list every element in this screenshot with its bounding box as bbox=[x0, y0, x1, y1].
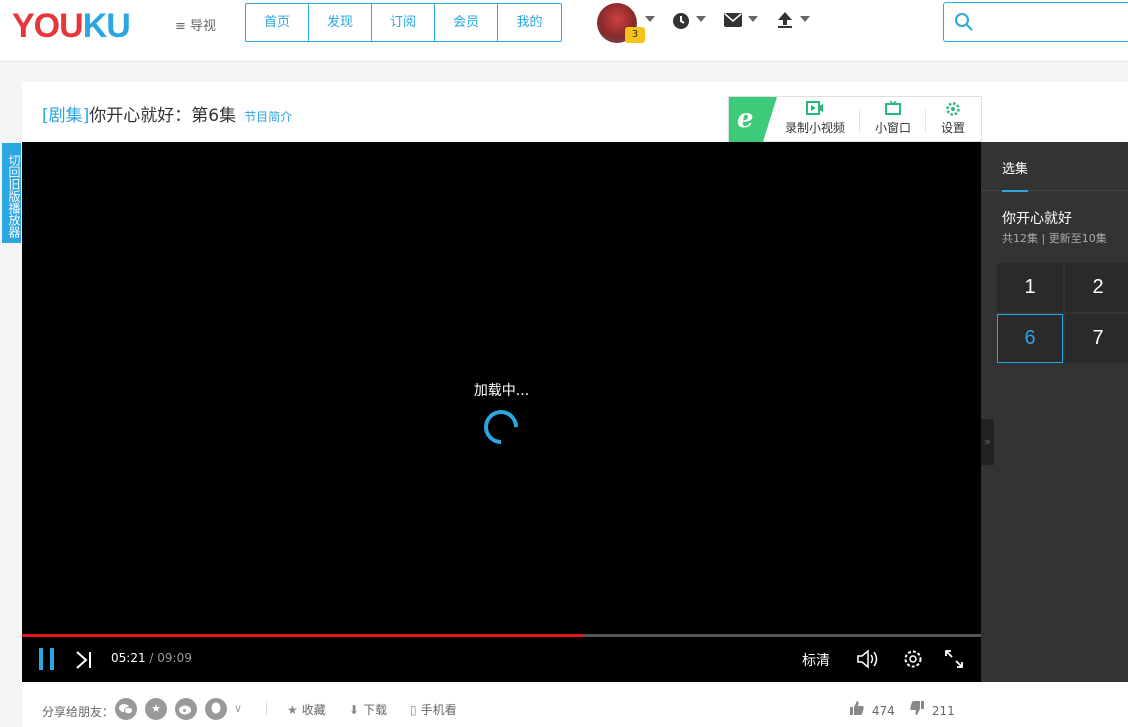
main-nav: 首页 发现 订阅 会员 我的 bbox=[245, 3, 562, 42]
mobile-label: 手机看 bbox=[420, 703, 457, 717]
ie-browser-icon[interactable]: e bbox=[729, 97, 777, 143]
episode-button[interactable]: 7 bbox=[1065, 314, 1128, 363]
loading-text: 加载中... bbox=[473, 383, 530, 399]
episode-count-meta: 共12集 | 更新至10集 bbox=[1002, 232, 1107, 245]
collect-label: 收藏 bbox=[301, 703, 326, 717]
next-episode-icon[interactable] bbox=[75, 651, 93, 673]
episode-sidebar: 选集 你开心就好 共12集 | 更新至10集 1 2 6 7 bbox=[981, 142, 1128, 682]
star-icon: ★ bbox=[287, 703, 298, 717]
page-title: [剧集]你开心就好：第6集 节目简介 bbox=[42, 101, 292, 126]
mini-tv-icon bbox=[873, 100, 913, 119]
top-bar: YOUKU ≡ 导视 首页 发现 订阅 会员 我的 3 bbox=[0, 0, 1128, 62]
thumbs-down-icon bbox=[910, 701, 928, 718]
current-time: 05:21 bbox=[111, 651, 146, 665]
phone-icon: ▯ bbox=[410, 703, 417, 717]
collect-button[interactable]: ★ 收藏 bbox=[287, 701, 326, 718]
show-title: 你开心就好 bbox=[1002, 211, 1072, 227]
sidebar-collapse-toggle[interactable]: » bbox=[981, 419, 994, 465]
user-level-badge: 3 bbox=[625, 27, 645, 43]
download-label: 下载 bbox=[363, 703, 388, 717]
video-title: 你开心就好：第6集 bbox=[89, 106, 237, 126]
gear-icon bbox=[935, 101, 971, 119]
video-title-panel: [剧集]你开心就好：第6集 节目简介 e 录制小视频 小窗口 设置 bbox=[22, 82, 1128, 143]
mail-caret-icon[interactable] bbox=[748, 16, 758, 22]
upload-caret-icon[interactable] bbox=[800, 16, 810, 22]
divider bbox=[266, 702, 267, 716]
settings-button[interactable]: 设置 bbox=[935, 101, 971, 136]
youku-logo[interactable]: YOUKU bbox=[12, 7, 131, 46]
total-time: / 09:09 bbox=[149, 651, 192, 665]
like-button[interactable]: 474 bbox=[850, 701, 895, 718]
record-clip-button[interactable]: 录制小视频 bbox=[785, 101, 845, 136]
tab-episodes[interactable]: 选集 bbox=[1002, 158, 1028, 177]
search-icon[interactable] bbox=[954, 12, 974, 36]
download-button[interactable]: ⬇ 下载 bbox=[349, 701, 387, 718]
record-video-icon bbox=[785, 101, 845, 119]
search-input[interactable] bbox=[943, 2, 1128, 42]
upload-icon[interactable] bbox=[777, 12, 793, 32]
episode-button-active[interactable]: 6 bbox=[997, 314, 1063, 363]
thumbs-up-icon bbox=[850, 701, 868, 718]
volume-icon[interactable] bbox=[856, 649, 880, 673]
wechat-share-icon[interactable] bbox=[115, 698, 137, 720]
menu-icon: ≡ bbox=[175, 19, 186, 34]
action-bar: 分享给朋友： ★ ∨ ★ 收藏 ⬇ 下载 ▯ 手机看 474 211 bbox=[22, 682, 1128, 727]
watch-on-mobile-button[interactable]: ▯ 手机看 bbox=[410, 701, 457, 718]
logo-text-ku: KU bbox=[82, 7, 131, 45]
pause-icon[interactable] bbox=[38, 648, 56, 674]
history-icon[interactable] bbox=[672, 12, 690, 34]
nav-home[interactable]: 首页 bbox=[246, 4, 309, 41]
guide-menu[interactable]: ≡ 导视 bbox=[175, 15, 216, 34]
qq-share-icon[interactable] bbox=[205, 698, 227, 720]
settings-label: 设置 bbox=[940, 121, 965, 135]
video-player[interactable]: 加载中... 05:21 / 09:09 标清 bbox=[22, 142, 981, 682]
avatar-caret-icon[interactable] bbox=[645, 16, 655, 22]
mini-window-label: 小窗口 bbox=[874, 121, 911, 135]
history-caret-icon[interactable] bbox=[696, 16, 706, 22]
switch-old-player-tab[interactable]: 切回旧版播放器 bbox=[2, 143, 21, 243]
loading-spinner-icon bbox=[476, 402, 526, 452]
player-settings-icon[interactable] bbox=[903, 649, 923, 673]
mail-icon[interactable] bbox=[724, 12, 742, 31]
nav-vip[interactable]: 会员 bbox=[435, 4, 498, 41]
weibo-share-icon[interactable] bbox=[175, 698, 197, 720]
episode-button[interactable]: 2 bbox=[1065, 263, 1128, 312]
active-tab-indicator bbox=[1002, 190, 1028, 192]
dislike-count: 211 bbox=[931, 704, 955, 718]
share-label: 分享给朋友： bbox=[42, 705, 115, 719]
toolbox-divider bbox=[859, 109, 860, 133]
dislike-button[interactable]: 211 bbox=[910, 701, 955, 718]
program-intro-link[interactable]: 节目简介 bbox=[244, 110, 292, 124]
like-count: 474 bbox=[871, 704, 895, 718]
fullscreen-icon[interactable] bbox=[944, 649, 964, 673]
record-clip-label: 录制小视频 bbox=[785, 121, 846, 135]
qzone-share-icon[interactable]: ★ bbox=[145, 698, 167, 720]
logo-text-you: YOU bbox=[12, 7, 84, 45]
nav-mine[interactable]: 我的 bbox=[498, 4, 561, 41]
category-link[interactable]: [剧集] bbox=[42, 106, 89, 126]
guide-label: 导视 bbox=[190, 19, 217, 34]
toolbox-divider bbox=[925, 109, 926, 133]
mini-window-button[interactable]: 小窗口 bbox=[873, 100, 913, 136]
more-share-chevron-down-icon[interactable]: ∨ bbox=[234, 702, 242, 715]
player-controls: 05:21 / 09:09 标清 bbox=[22, 637, 981, 682]
episode-button[interactable]: 1 bbox=[997, 263, 1063, 312]
player-toolbox: e 录制小视频 小窗口 设置 bbox=[728, 96, 982, 143]
nav-subscribe[interactable]: 订阅 bbox=[372, 4, 435, 41]
download-icon: ⬇ bbox=[349, 703, 360, 717]
quality-selector[interactable]: 标清 bbox=[802, 650, 830, 670]
time-display: 05:21 / 09:09 bbox=[111, 651, 192, 665]
nav-discover[interactable]: 发现 bbox=[309, 4, 372, 41]
